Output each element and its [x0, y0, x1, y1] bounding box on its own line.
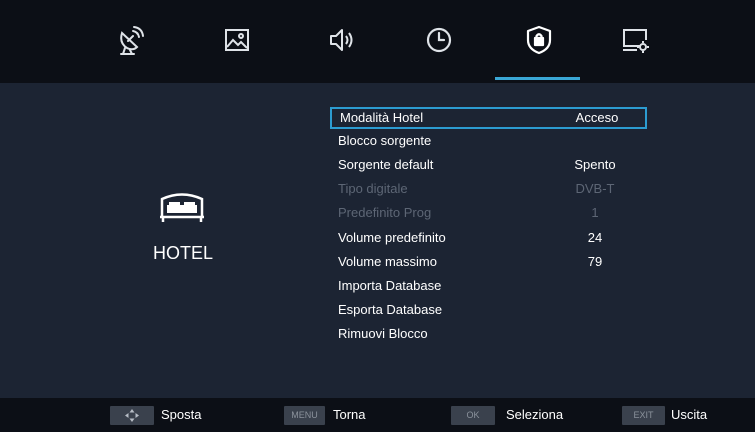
section-title: HOTEL [152, 243, 213, 263]
menu-item-value: 79 [587, 254, 603, 269]
menu-item-digital-type: Tipo digitale DVB-T [330, 178, 647, 200]
bed-icon [160, 193, 204, 222]
active-tab-indicator [495, 77, 580, 80]
menu-item-value: Spento [574, 157, 616, 172]
picture-icon [225, 29, 249, 51]
menu-item-label: Rimuovi Blocco [338, 326, 428, 341]
select-hint: Seleziona [506, 407, 564, 422]
menu-item-value: Acceso [575, 110, 619, 125]
footer-hint-bar: Sposta MENU Torna OK Seleziona EXIT Usci… [0, 398, 755, 432]
tab-setup[interactable] [614, 18, 658, 62]
menu-item-label: Sorgente default [338, 157, 434, 172]
menu-item-label: Volume predefinito [338, 230, 446, 245]
menu-item-import-database[interactable]: Importa Database [330, 275, 647, 297]
lock-shield-icon [526, 25, 552, 55]
menu-item-default-source[interactable]: Sorgente default Spento [330, 154, 647, 176]
speaker-icon [330, 29, 353, 51]
tab-lock[interactable] [517, 18, 561, 62]
clock-icon [426, 27, 452, 53]
menu-item-label: Importa Database [338, 278, 442, 293]
menu-item-default-program: Predefinito Prog 1 [330, 202, 647, 224]
tab-sound[interactable] [321, 18, 365, 62]
back-hint: Torna [333, 407, 366, 422]
menu-item-source-lock[interactable]: Blocco sorgente [330, 130, 647, 152]
menu-item-value: 1 [591, 205, 599, 220]
move-hint: Sposta [161, 407, 202, 422]
top-tab-bar [0, 0, 755, 83]
exit-key: EXIT [622, 406, 665, 425]
menu-item-label: Volume massimo [338, 254, 437, 269]
satellite-dish-icon [120, 26, 144, 55]
dpad-arrows-icon [125, 409, 139, 422]
menu-item-value: DVB-T [575, 181, 615, 196]
menu-item-export-database[interactable]: Esporta Database [330, 299, 647, 321]
menu-item-label: Tipo digitale [338, 181, 408, 196]
exit-hint: Uscita [671, 407, 708, 422]
menu-item-label: Esporta Database [338, 302, 443, 317]
tab-channel[interactable] [108, 18, 152, 62]
menu-item-remove-lock[interactable]: Rimuovi Blocco [330, 323, 647, 345]
tab-time[interactable] [417, 18, 461, 62]
menu-item-label: Modalità Hotel [340, 110, 424, 125]
menu-item-default-volume[interactable]: Volume predefinito 24 [330, 227, 647, 249]
menu-item-label: Predefinito Prog [338, 205, 432, 220]
menu-item-label: Blocco sorgente [338, 133, 432, 148]
menu-key: MENU [284, 406, 325, 425]
menu-item-value: 24 [587, 230, 603, 245]
tab-picture[interactable] [215, 18, 259, 62]
menu-item-max-volume[interactable]: Volume massimo 79 [330, 251, 647, 273]
monitor-settings-icon [623, 29, 649, 53]
ok-key: OK [451, 406, 495, 425]
navigation-key [110, 406, 154, 425]
menu-item-hotel-mode[interactable]: Modalità Hotel Acceso [330, 107, 647, 129]
